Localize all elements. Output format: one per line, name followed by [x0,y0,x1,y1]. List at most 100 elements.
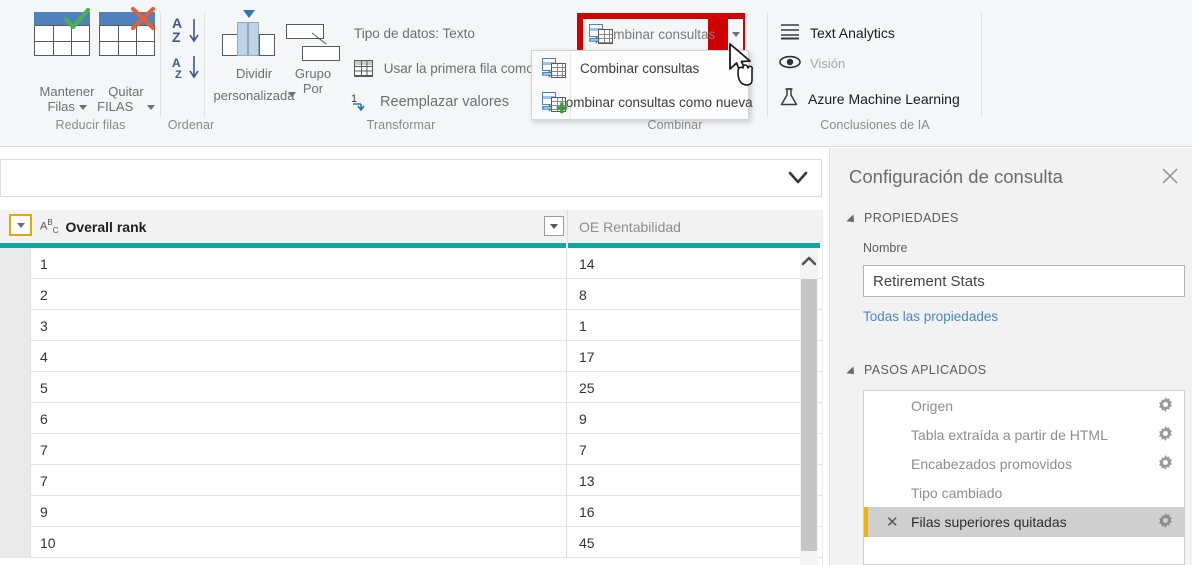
table-row[interactable]: 6 9 [0,403,829,434]
remove-rows-icon[interactable] [99,6,156,56]
menu-item-merge-queries-as-new[interactable]: ⇨ ✚ Combinar consultas como nueva [532,85,753,119]
cell-overall-rank[interactable]: 7 [31,434,567,465]
table-row[interactable]: 9 16 [0,496,829,527]
grid-vertical-scrollbar[interactable] [800,248,818,565]
cell-oe-rentabilidad[interactable]: 7 [568,434,800,465]
cell-oe-rentabilidad[interactable]: 17 [568,341,800,372]
svg-text:1: 1 [351,93,357,105]
use-first-row-label: Usar la primera fila como [383,61,534,76]
page-title: Configuración de consulta [849,166,1063,187]
column-header-overall-rank[interactable]: ABC Overall rank [31,210,568,243]
close-x-icon[interactable]: ✕ [886,513,899,531]
applied-steps-list: Origen Tabla extraída a partir de HTML E… [863,390,1185,565]
cell-overall-rank[interactable]: 4 [31,341,567,372]
cell-oe-rentabilidad[interactable]: 45 [568,527,800,558]
chevron-up-icon[interactable] [800,248,818,274]
sort-descending-icon[interactable]: A Z [172,54,208,88]
close-icon[interactable] [1160,166,1180,191]
row-header[interactable] [0,341,31,372]
properties-collapse-icon[interactable] [846,214,858,226]
cell-oe-rentabilidad[interactable]: 25 [568,372,800,403]
column-filter-dropdown-overall-rank[interactable] [544,216,564,236]
cell-overall-rank[interactable]: 9 [31,496,567,527]
table-row[interactable]: 2 8 [0,279,829,310]
applied-step-label: Tabla extraída a partir de HTML [911,427,1108,443]
group-by-button[interactable]: Grupo Por [284,66,342,96]
split-column-icon[interactable] [222,10,280,56]
row-header[interactable] [0,434,31,465]
table-row[interactable]: 4 17 [0,341,829,372]
scrollbar-thumb[interactable] [801,279,817,551]
row-header[interactable] [0,372,31,403]
row-header[interactable] [0,403,31,434]
gear-icon[interactable] [1158,513,1173,531]
table-row[interactable]: 3 1 [0,310,829,341]
row-header[interactable] [0,248,31,279]
row-header[interactable] [0,310,31,341]
cell-overall-rank[interactable]: 6 [31,403,567,434]
formula-bar-area [0,148,829,210]
row-header[interactable] [0,496,31,527]
applied-steps-collapse-icon[interactable] [846,366,858,378]
text-analytics-icon [779,22,801,43]
remove-rows-label-bottom: FILAS [97,99,134,114]
cell-overall-rank[interactable]: 3 [31,310,567,341]
formula-input[interactable] [0,159,822,197]
query-name-input[interactable]: Retirement Stats [863,265,1185,297]
applied-step-filas-superiores-quitadas[interactable]: ✕ Filas superiores quitadas [864,507,1184,537]
cell-overall-rank[interactable]: 7 [31,465,567,496]
cell-oe-rentabilidad[interactable]: 8 [568,279,800,310]
text-type-icon: ABC [40,218,59,235]
data-grid: ABC Overall rank OE Rentabilidad 1 14 2 … [0,210,829,565]
remove-rows-button[interactable]: Quitar FILAS [80,84,172,114]
sort-ascending-icon[interactable]: A Z [172,14,208,52]
applied-step-tipo-cambiado[interactable]: Tipo cambiado [864,478,1184,508]
all-properties-link[interactable]: Todas las propiedades [863,309,998,324]
cell-overall-rank[interactable]: 5 [31,372,567,403]
table-row[interactable]: 7 13 [0,465,829,496]
cell-oe-rentabilidad[interactable]: 16 [568,496,800,527]
caret-down-icon [16,222,25,228]
gear-icon[interactable] [1158,455,1173,473]
combine-queries-button[interactable]: ⇨ Combinar consultas [583,19,715,50]
cell-overall-rank[interactable]: 1 [31,248,567,279]
cell-overall-rank[interactable]: 10 [31,527,567,558]
combine-queries-dropdown-button[interactable] [728,19,743,50]
chevron-down-icon[interactable] [787,169,809,192]
merge-queries-icon: ⇨ [542,57,566,80]
select-all-dropdown[interactable] [9,214,32,236]
table-row[interactable]: 1 14 [0,248,829,279]
row-header[interactable] [0,465,31,496]
menu-item-merge-queries[interactable]: ⇨ Combinar consultas [532,51,748,85]
combine-queries-label: Combinar consultas [596,27,716,42]
gear-icon[interactable] [1158,397,1173,415]
row-header[interactable] [0,279,31,310]
cell-oe-rentabilidad[interactable]: 13 [568,465,800,496]
cell-overall-rank[interactable]: 2 [31,279,567,310]
vision-button[interactable]: Visión [779,55,845,72]
column-header-oe-rentabilidad[interactable]: OE Rentabilidad [568,210,822,243]
svg-text:Z: Z [175,69,182,81]
replace-values-button[interactable]: 1 Reemplazar valores [351,92,509,112]
gear-icon[interactable] [1158,426,1173,444]
caret-down-icon [731,32,740,37]
applied-step-origen[interactable]: Origen [864,391,1184,421]
row-header[interactable] [0,527,31,558]
grid-right-edge [822,210,829,565]
azure-ml-button[interactable]: Azure Machine Learning [779,87,960,110]
active-step-indicator [864,507,868,537]
table-row[interactable]: 10 45 [0,527,829,558]
keep-rows-icon[interactable] [34,7,91,56]
use-first-row-as-headers-button[interactable]: Usar la primera fila como [354,60,534,77]
text-analytics-button[interactable]: Text Analytics [779,22,895,43]
data-type-label[interactable]: Tipo de datos: Texto [354,25,475,41]
cell-oe-rentabilidad[interactable]: 14 [568,248,800,279]
remove-rows-caret-icon[interactable] [146,105,155,111]
applied-step-encabezados-promovidos[interactable]: Encabezados promovidos [864,449,1184,479]
cell-oe-rentabilidad[interactable]: 1 [568,310,800,341]
table-row[interactable]: 5 25 [0,372,829,403]
applied-step-tabla-extraida[interactable]: Tabla extraída a partir de HTML [864,420,1184,450]
table-row[interactable]: 7 7 [0,434,829,465]
group-by-icon[interactable] [286,24,340,61]
cell-oe-rentabilidad[interactable]: 9 [568,403,800,434]
